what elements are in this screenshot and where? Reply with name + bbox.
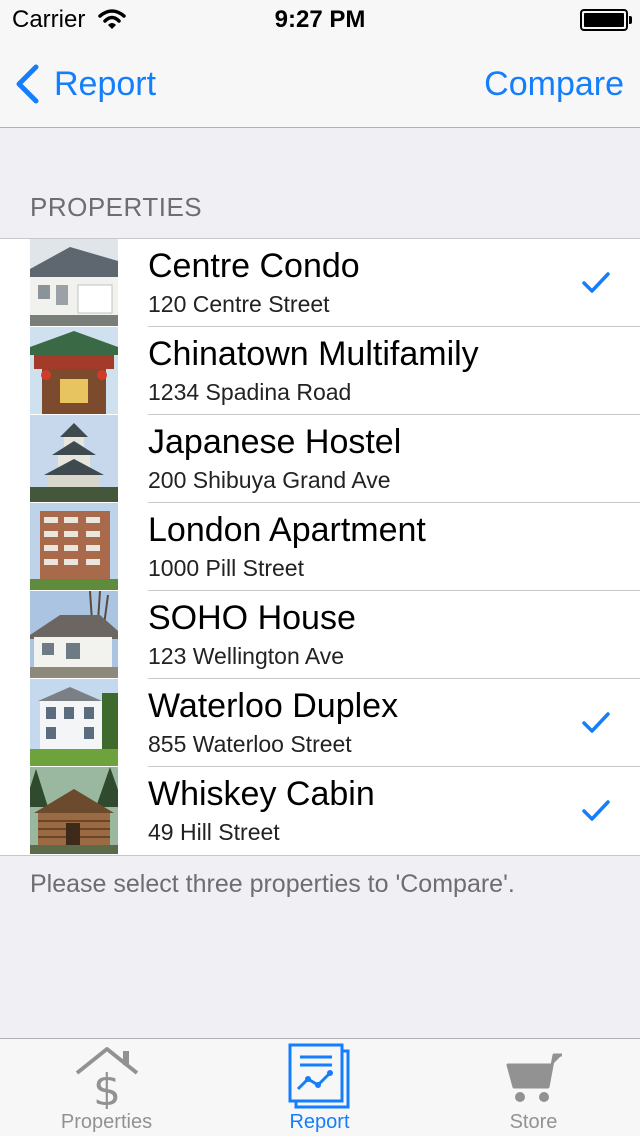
property-name: Centre Condo bbox=[148, 247, 360, 285]
selection-hint: Please select three properties to 'Compa… bbox=[30, 870, 515, 898]
property-address: 855 Waterloo Street bbox=[148, 731, 352, 757]
property-photo bbox=[30, 503, 118, 590]
svg-text:$: $ bbox=[93, 1065, 121, 1109]
tab-properties[interactable]: $ Properties bbox=[0, 1039, 213, 1136]
tab-bar: $ Properties Report Store bbox=[0, 1038, 640, 1136]
property-name: Whiskey Cabin bbox=[148, 775, 375, 813]
property-address: 1234 Spadina Road bbox=[148, 379, 352, 405]
property-address: 49 Hill Street bbox=[148, 819, 280, 845]
navigation-bar: Report Compare bbox=[0, 40, 640, 128]
section-header: PROPERTIES bbox=[30, 192, 203, 222]
report-chart-icon bbox=[288, 1043, 349, 1109]
property-name: Japanese Hostel bbox=[148, 423, 402, 461]
property-list: Centre Condo 120 Centre Street Chinatown… bbox=[0, 238, 640, 856]
property-name: Chinatown Multifamily bbox=[148, 335, 479, 373]
tab-label: Report bbox=[289, 1111, 350, 1133]
property-address: 123 Wellington Ave bbox=[148, 643, 345, 669]
house-dollar-icon: $ bbox=[75, 1047, 138, 1109]
property-row[interactable]: SOHO House 123 Wellington Ave bbox=[0, 591, 640, 679]
property-address: 200 Shibuya Grand Ave bbox=[148, 467, 391, 493]
battery-icon bbox=[580, 9, 632, 31]
chevron-left-icon bbox=[16, 64, 39, 104]
property-name: Waterloo Duplex bbox=[148, 687, 399, 725]
property-name: SOHO House bbox=[148, 599, 356, 637]
tab-label: Store bbox=[509, 1111, 558, 1133]
property-row[interactable]: Whiskey Cabin 49 Hill Street bbox=[0, 767, 640, 855]
tab-store[interactable]: Store bbox=[427, 1039, 640, 1136]
property-row[interactable]: London Apartment 1000 Pill Street bbox=[0, 503, 640, 591]
property-row[interactable]: Centre Condo 120 Centre Street bbox=[0, 239, 640, 327]
property-photo bbox=[30, 415, 118, 502]
back-button[interactable]: Report bbox=[14, 62, 156, 106]
status-time: 9:27 PM bbox=[274, 6, 366, 33]
checkmark-icon bbox=[582, 800, 610, 821]
property-photo bbox=[30, 767, 118, 854]
back-button-label: Report bbox=[54, 64, 157, 103]
checkmark-icon bbox=[582, 272, 610, 293]
cart-icon bbox=[506, 1053, 562, 1102]
property-photo bbox=[30, 591, 118, 678]
property-photo bbox=[30, 327, 118, 414]
property-photo bbox=[30, 239, 118, 326]
tab-report[interactable]: Report bbox=[213, 1039, 426, 1136]
property-row[interactable]: Japanese Hostel 200 Shibuya Grand Ave bbox=[0, 415, 640, 503]
property-row[interactable]: Waterloo Duplex 855 Waterloo Street bbox=[0, 679, 640, 767]
compare-button[interactable]: Compare bbox=[484, 62, 624, 106]
property-name: London Apartment bbox=[148, 511, 426, 549]
checkmark-icon bbox=[582, 712, 610, 733]
property-address: 1000 Pill Street bbox=[148, 555, 304, 581]
property-row[interactable]: Chinatown Multifamily 1234 Spadina Road bbox=[0, 327, 640, 415]
tab-label: Properties bbox=[60, 1111, 153, 1133]
property-address: 120 Centre Street bbox=[148, 291, 330, 317]
property-photo bbox=[30, 679, 118, 766]
status-bar: Carrier 9:27 PM bbox=[0, 0, 640, 40]
